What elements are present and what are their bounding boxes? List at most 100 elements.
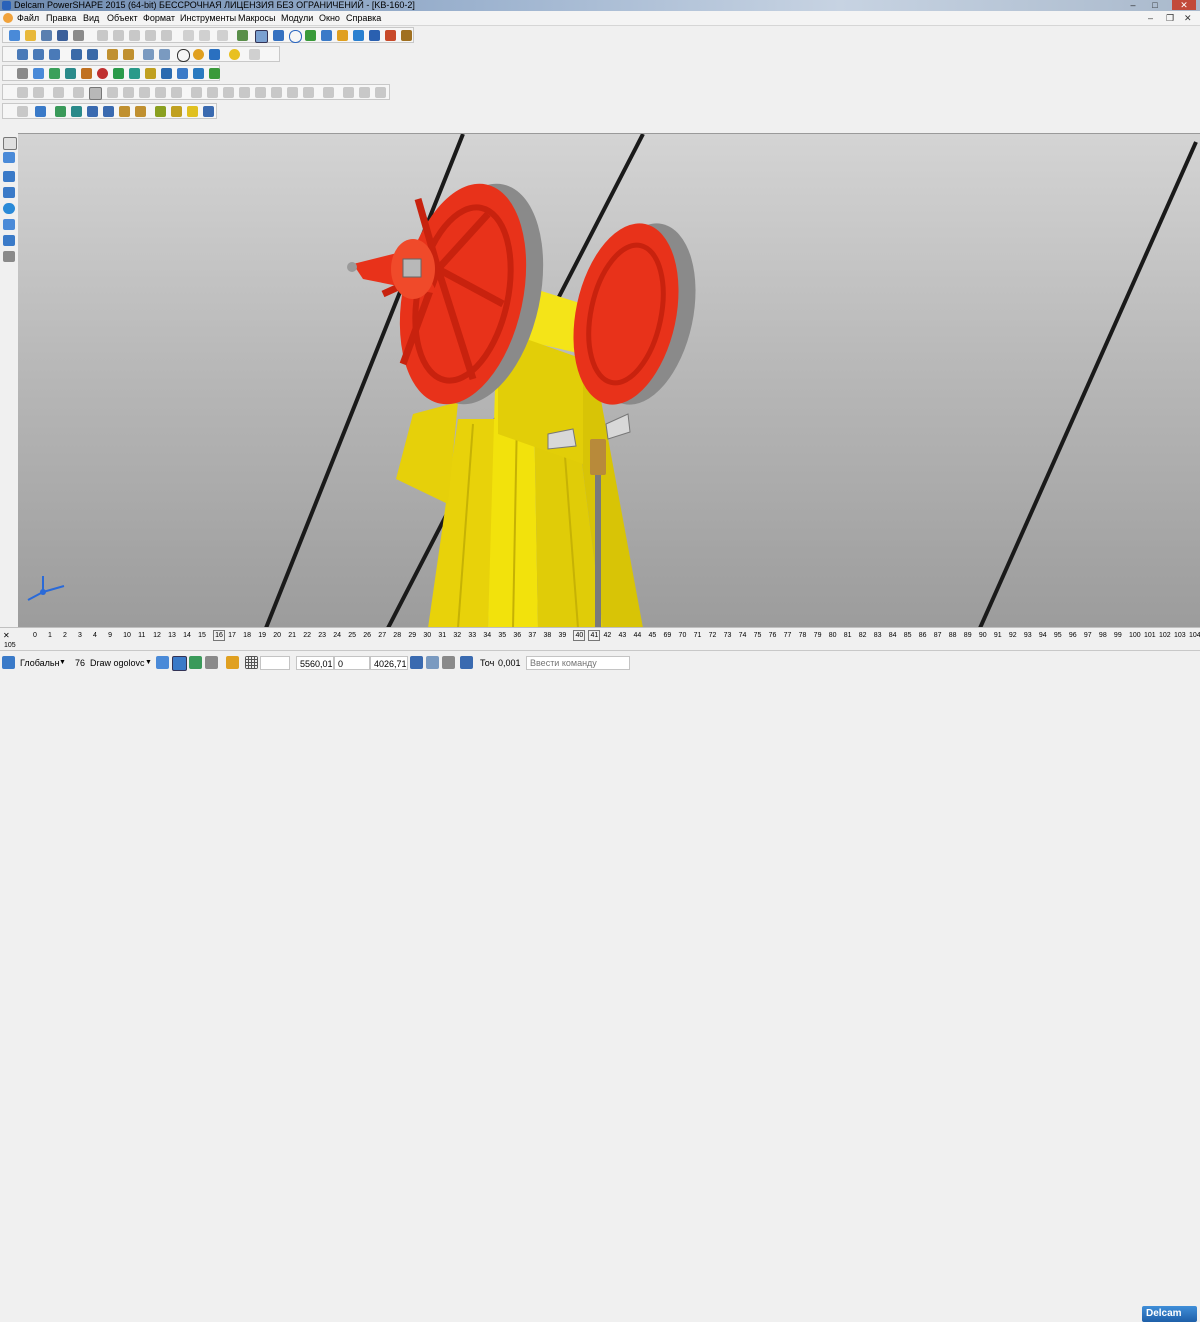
layer-38[interactable]: 38: [543, 631, 551, 640]
mdi-restore-button[interactable]: ❐: [1166, 12, 1174, 24]
solid-edit-icon[interactable]: [375, 87, 386, 98]
menu-format[interactable]: Формат: [142, 12, 176, 24]
layer-36[interactable]: 36: [513, 631, 521, 640]
surface-curvature-icon[interactable]: [171, 106, 182, 117]
arc-icon[interactable]: [337, 30, 348, 41]
tolerance-icon[interactable]: [460, 656, 473, 669]
layer-25[interactable]: 25: [348, 631, 356, 640]
surface-icon[interactable]: [353, 30, 364, 41]
layer-close-icon[interactable]: ✕: [3, 631, 10, 640]
layer-14[interactable]: 14: [183, 631, 191, 640]
layer-81[interactable]: 81: [844, 631, 852, 640]
surface-primitive-icon[interactable]: [17, 106, 28, 117]
solid-subtract-icon[interactable]: [107, 87, 118, 98]
layer-35[interactable]: 35: [498, 631, 506, 640]
layer-33[interactable]: 33: [468, 631, 476, 640]
new-file-icon[interactable]: [9, 30, 20, 41]
mdi-close-button[interactable]: ✕: [1184, 12, 1192, 24]
solid-revolve-icon[interactable]: [73, 87, 84, 98]
delete-icon[interactable]: [161, 30, 172, 41]
layer-31[interactable]: 31: [438, 631, 446, 640]
material-icon[interactable]: [81, 68, 92, 79]
coord-x-field[interactable]: 5560,01: [296, 656, 334, 670]
layer-16[interactable]: 16: [213, 630, 225, 641]
curve-icon[interactable]: [305, 30, 316, 41]
layer-75[interactable]: 75: [754, 631, 762, 640]
layer-94[interactable]: 94: [1039, 631, 1047, 640]
surface-analyze-icon[interactable]: [155, 106, 166, 117]
layer-40[interactable]: 40: [573, 630, 586, 641]
layer-26[interactable]: 26: [363, 631, 371, 640]
layer-76[interactable]: 76: [769, 631, 777, 640]
layer-18[interactable]: 18: [243, 631, 251, 640]
dimension-create-icon[interactable]: [3, 219, 15, 230]
drafting-icon[interactable]: [129, 68, 140, 79]
info-icon[interactable]: [177, 68, 188, 79]
layer-32[interactable]: 32: [453, 631, 461, 640]
hand-icon[interactable]: [249, 49, 260, 60]
solid-icon[interactable]: [369, 30, 380, 41]
paint-icon[interactable]: [145, 30, 156, 41]
solid-fillet-icon[interactable]: [139, 87, 150, 98]
solid-replay-icon[interactable]: [359, 87, 370, 98]
layer-100[interactable]: 100: [1129, 631, 1141, 640]
document-icon[interactable]: [3, 13, 13, 23]
solid-hole-icon[interactable]: [33, 87, 44, 98]
layer-71[interactable]: 71: [694, 631, 702, 640]
view-iso2-icon[interactable]: [87, 49, 98, 60]
layer-78[interactable]: 78: [799, 631, 807, 640]
light-icon[interactable]: [229, 49, 240, 60]
select-arrow-icon[interactable]: [3, 137, 17, 150]
layer-103[interactable]: 103: [1174, 631, 1186, 640]
layer-11[interactable]: 11: [138, 631, 145, 640]
view-side-icon[interactable]: [49, 49, 60, 60]
paste-icon[interactable]: [129, 30, 140, 41]
layer-93[interactable]: 93: [1024, 631, 1032, 640]
solid-scale-icon[interactable]: [271, 87, 282, 98]
layer-39[interactable]: 39: [558, 631, 566, 640]
layer-1[interactable]: 1: [48, 631, 52, 640]
layer-99[interactable]: 99: [1114, 631, 1122, 640]
layer-70[interactable]: 70: [679, 631, 687, 640]
layer-12[interactable]: 12: [153, 631, 161, 640]
snap-icon[interactable]: [189, 656, 202, 669]
menu-tools[interactable]: Инструменты: [179, 12, 237, 24]
calculator-icon[interactable]: [17, 68, 28, 79]
layer-9[interactable]: 9: [108, 631, 112, 640]
maximize-button[interactable]: □: [1146, 0, 1164, 10]
layer-4[interactable]: 4: [93, 631, 97, 640]
open-folder-icon[interactable]: [25, 30, 36, 41]
mesh-icon[interactable]: [65, 68, 76, 79]
line-icon[interactable]: [321, 30, 332, 41]
layer-44[interactable]: 44: [634, 631, 642, 640]
electrode-icon[interactable]: [161, 68, 172, 79]
view-iso-icon[interactable]: [71, 49, 82, 60]
intelligent-cursor-icon[interactable]: [226, 656, 239, 669]
lock-icon[interactable]: [205, 656, 218, 669]
layer-77[interactable]: 77: [784, 631, 792, 640]
layer-89[interactable]: 89: [964, 631, 972, 640]
grid-icon[interactable]: [245, 656, 258, 669]
menu-help[interactable]: Справка: [345, 12, 382, 24]
open-model-icon[interactable]: [41, 30, 52, 41]
sketch-icon[interactable]: [217, 30, 228, 41]
coordinate-mode-icon[interactable]: [410, 656, 423, 669]
surface-drive-icon[interactable]: [87, 106, 98, 117]
layer-69[interactable]: 69: [664, 631, 672, 640]
layer-0[interactable]: 0: [33, 631, 37, 640]
solid-pattern-icon[interactable]: [239, 87, 250, 98]
assembly-icon[interactable]: [145, 68, 156, 79]
document-doc-icon[interactable]: [33, 68, 44, 79]
layer-3[interactable]: 3: [78, 631, 82, 640]
layer-22[interactable]: 22: [303, 631, 311, 640]
surface-blend-icon[interactable]: [71, 106, 82, 117]
layer-83[interactable]: 83: [874, 631, 882, 640]
shaded-icon[interactable]: [193, 49, 204, 60]
solid-draft-icon[interactable]: [191, 87, 202, 98]
keypad-icon[interactable]: [442, 656, 455, 669]
select-box-icon[interactable]: [3, 152, 15, 163]
mdi-minimize-button[interactable]: –: [1148, 12, 1153, 24]
layer-20[interactable]: 20: [273, 631, 281, 640]
workplane-icon[interactable]: [3, 171, 15, 182]
move-icon[interactable]: [3, 251, 15, 262]
